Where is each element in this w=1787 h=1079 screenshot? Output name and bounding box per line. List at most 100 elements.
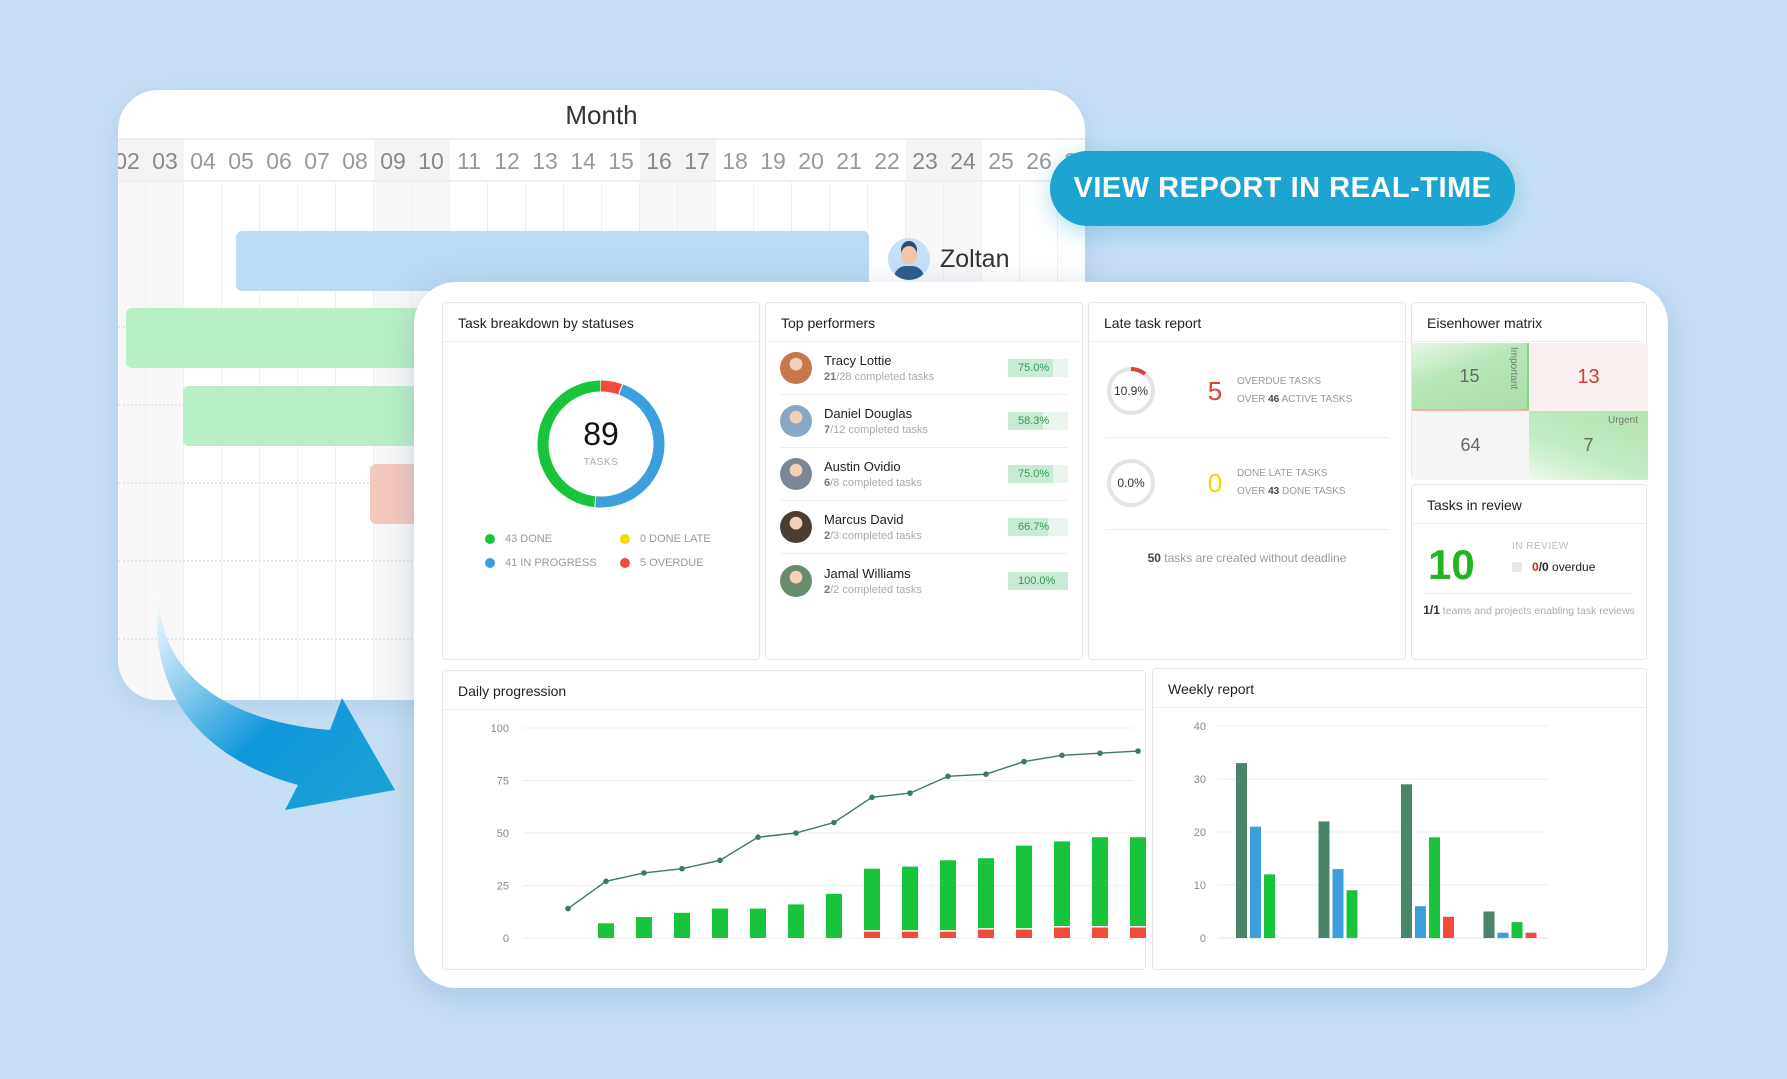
performer-avatar <box>780 405 812 437</box>
weekly-bar-created <box>1318 821 1330 938</box>
performer-avatar <box>780 511 812 543</box>
panel-title: Eisenhower matrix <box>1412 303 1646 342</box>
performer-avatar <box>780 564 812 597</box>
view-report-button[interactable]: VIEW REPORT IN REAL-TIME <box>1050 151 1515 226</box>
done-bar <box>826 893 842 938</box>
weekly-bar-in-progress <box>1250 826 1261 938</box>
y-tick-label: 100 <box>491 723 509 735</box>
overdue-ring-chart: 10.9% <box>1105 365 1157 417</box>
done-bar <box>940 860 956 931</box>
performer-percent: 75.0% <box>1018 468 1050 480</box>
legend-item-done-late: 0 DONE LATE <box>620 533 750 545</box>
total-tasks-point <box>755 834 761 840</box>
important-axis-label: Important <box>1508 347 1519 390</box>
legend-dot-icon <box>485 534 495 544</box>
weekly-bar-created <box>1236 763 1247 938</box>
total-tasks-point <box>793 830 799 836</box>
performer-completed: 2/3 completed tasks <box>824 530 922 542</box>
total-tasks-point <box>1021 758 1027 765</box>
gantt-day-label: 21 <box>836 148 862 174</box>
dashboard-card: Task breakdown by statuses 89 TASKS 43 D… <box>414 282 1668 988</box>
gantt-day-label: 06 <box>266 148 292 174</box>
overdue-bar <box>1130 927 1146 938</box>
legend-item-in-progress: 41 IN PROGRESS <box>485 557 620 569</box>
performer-list: Tracy Lottie 21/28 completed tasks 75.0% Da… <box>766 342 1082 607</box>
late-task-report-panel: Late task report 10.9% 5 OVERDUE TASKS O… <box>1088 302 1406 660</box>
total-tasks-line <box>567 750 1139 910</box>
done-late-ring-chart: 0.0% <box>1105 457 1157 509</box>
performer-row[interactable]: Jamal Williams 2/2 completed tasks 100.0% <box>780 554 1068 607</box>
total-tasks-point <box>1097 750 1103 756</box>
gantt-day-label: 19 <box>760 148 786 174</box>
gantt-day-label: 16 <box>640 140 678 180</box>
overdue-bar <box>978 929 994 938</box>
gantt-day-header: 02 03 04 05 06 07 08 09 10 11 12 13 14 15 16 17 18 19 20 21… <box>118 140 1085 182</box>
panel-title: Daily progression <box>443 671 1145 710</box>
overdue-sub: OVER 46 ACTIVE TASKS <box>1237 394 1353 405</box>
weekly-bar-created <box>1483 911 1495 938</box>
eisenhower-important-urgent[interactable]: 13 <box>1529 343 1648 411</box>
performer-row[interactable]: Austin Ovidio 6/8 completed tasks 75.0% <box>780 448 1068 501</box>
in-review-label: IN REVIEW <box>1512 541 1569 552</box>
done-bar <box>1130 837 1146 926</box>
performer-row[interactable]: Marcus David 2/3 completed tasks 66.7% <box>780 501 1068 554</box>
divider <box>1424 593 1634 594</box>
daily-progression-chart: 0 25 50 75 100 <box>491 723 1146 945</box>
eisenhower-neither[interactable]: 64 <box>1412 411 1529 480</box>
y-tick-label: 50 <box>497 828 509 840</box>
performer-progress-bar: 100.0% <box>1008 571 1068 590</box>
total-tasks-point <box>1059 752 1065 759</box>
urgent-axis-label: Urgent <box>1607 415 1638 426</box>
divider <box>1105 529 1389 530</box>
gantt-day-label: 09 <box>374 140 412 180</box>
gantt-task-bar[interactable] <box>126 308 446 368</box>
total-tasks-point <box>831 819 837 826</box>
performer-row[interactable]: Tracy Lottie 21/28 completed tasks 75.0% <box>780 342 1068 395</box>
gantt-task-bar[interactable] <box>183 386 453 446</box>
performer-name: Austin Ovidio <box>824 459 901 474</box>
total-tasks-point <box>641 870 647 876</box>
gantt-day-label: 22 <box>874 148 900 174</box>
done-late-row: 0.0% 0 DONE LATE TASKS OVER 43 DONE TASK… <box>1105 457 1346 509</box>
performer-completed: 21/28 completed tasks <box>824 371 935 383</box>
panel-title: Late task report <box>1089 303 1405 342</box>
overdue-bar <box>1016 929 1032 938</box>
performer-percent: 66.7% <box>1018 521 1050 533</box>
done-bar <box>902 866 918 931</box>
total-tasks-point <box>983 771 989 777</box>
y-tick-label: 20 <box>1194 827 1206 839</box>
overdue-percent: 10.9% <box>1113 384 1149 398</box>
divider <box>1105 437 1389 438</box>
overdue-bar <box>1054 927 1070 938</box>
weekly-report-panel: Weekly report 0 10 20 30 40 <box>1152 668 1647 970</box>
done-bar <box>1016 845 1032 929</box>
panel-title: Tasks in review <box>1412 485 1646 524</box>
weekly-bar-done <box>1429 837 1440 938</box>
eisenhower-matrix-panel: Eisenhower matrix 15 13 64 7 Important U… <box>1411 302 1648 480</box>
performer-percent: 75.0% <box>1018 362 1050 374</box>
overdue-count: 5 <box>1207 375 1223 406</box>
panel-title: Task breakdown by statuses <box>443 303 759 342</box>
done-late-label: DONE LATE TASKS <box>1237 468 1328 479</box>
y-tick-label: 0 <box>503 933 509 945</box>
performer-row[interactable]: Daniel Douglas 7/12 completed tasks 58.3% <box>780 395 1068 448</box>
performer-progress-bar: 58.3% <box>1008 412 1068 430</box>
gantt-day-label: 23 <box>906 140 944 180</box>
weekly-bar-created <box>1401 784 1412 938</box>
weekly-bar-in-progress <box>1497 932 1509 938</box>
done-late-count: 0 <box>1207 467 1223 498</box>
gantt-day-label: 12 <box>494 148 520 174</box>
legend-item-overdue: 5 OVERDUE <box>620 557 750 569</box>
gantt-day-label: 05 <box>228 148 254 174</box>
gantt-day-label: 14 <box>570 148 596 174</box>
gantt-day-label: 18 <box>722 148 748 174</box>
gantt-day-label: 25 <box>988 148 1014 174</box>
overdue-bar <box>902 931 918 938</box>
done-bar <box>978 858 994 929</box>
gantt-assignee[interactable]: Zoltan <box>888 238 1009 280</box>
performer-name: Daniel Douglas <box>824 406 913 421</box>
y-tick-label: 10 <box>1194 880 1206 892</box>
legend-dot-icon <box>620 534 630 544</box>
overdue-checkbox[interactable] <box>1512 562 1522 572</box>
total-tasks-point <box>603 878 609 885</box>
